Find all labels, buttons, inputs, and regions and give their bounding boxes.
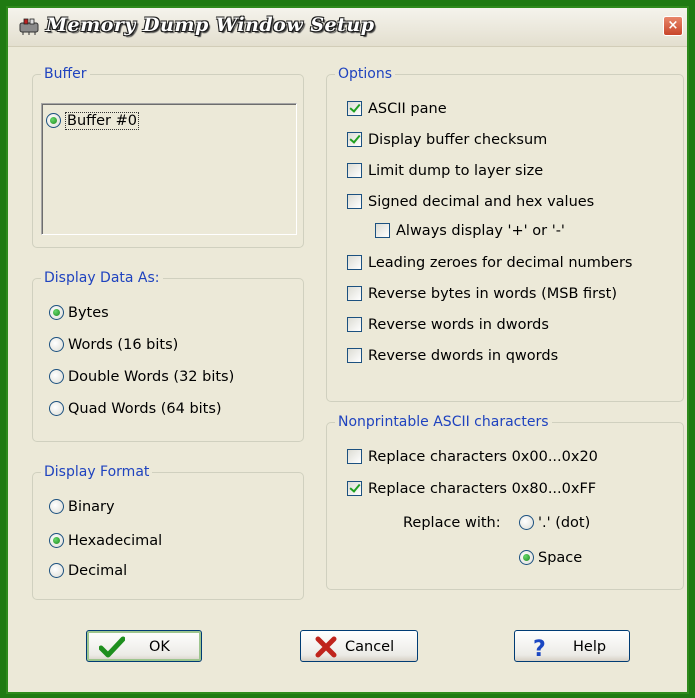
reverse-words-label: Reverse words in dwords <box>368 317 549 333</box>
buffer-group: Buffer Buffer #0 <box>32 65 304 248</box>
signed-values-checkbox[interactable] <box>347 193 362 209</box>
window-title: Memory Dump Window Setup <box>46 14 375 36</box>
reverse-dwords-label: Reverse dwords in qwords <box>368 348 559 364</box>
option-replace-space[interactable]: Space <box>519 548 582 568</box>
option-limit-dump[interactable]: Limit dump to layer size <box>347 161 543 181</box>
replace-high-checkbox[interactable] <box>347 480 362 496</box>
ascii-pane-checkbox[interactable] <box>347 100 362 116</box>
double-words-label: Double Words (32 bits) <box>68 369 235 385</box>
display-data-as-group: Display Data As: Bytes Words (16 bits) D… <box>32 269 304 442</box>
option-words[interactable]: Words (16 bits) <box>49 335 178 355</box>
option-binary[interactable]: Binary <box>49 497 115 517</box>
option-reverse-dwords[interactable]: Reverse dwords in qwords <box>347 346 558 366</box>
close-button[interactable]: × <box>663 16 683 36</box>
limit-dump-label: Limit dump to layer size <box>368 163 544 179</box>
options-group: Options ASCII pane Display buffer checks… <box>326 65 684 402</box>
option-reverse-bytes[interactable]: Reverse bytes in words (MSB first) <box>347 284 617 304</box>
replace-with-label: Replace with: <box>403 515 501 531</box>
close-icon: × <box>667 18 679 33</box>
option-replace-dot[interactable]: '.' (dot) <box>519 513 590 533</box>
buffer-item[interactable]: Buffer #0 <box>46 111 139 131</box>
quad-words-label: Quad Words (64 bits) <box>68 401 222 417</box>
display-format-title: Display Format <box>41 463 153 481</box>
option-reverse-words[interactable]: Reverse words in dwords <box>347 315 549 335</box>
option-always-display-sign[interactable]: Always display '+' or '-' <box>375 221 565 241</box>
hexadecimal-radio[interactable] <box>49 532 64 548</box>
double-words-radio[interactable] <box>49 368 64 384</box>
display-data-as-title: Display Data As: <box>41 269 163 287</box>
replace-low-label: Replace characters 0x00...0x20 <box>368 449 598 465</box>
words-radio[interactable] <box>49 336 64 352</box>
option-hexadecimal[interactable]: Hexadecimal <box>49 531 162 551</box>
buffer-item-label: Buffer #0 <box>65 112 139 130</box>
buffer-item-radio[interactable] <box>46 112 61 128</box>
replace-low-checkbox[interactable] <box>347 448 362 464</box>
decimal-label: Decimal <box>68 563 128 579</box>
bytes-radio[interactable] <box>49 304 64 320</box>
always-display-sign-label: Always display '+' or '-' <box>396 223 565 239</box>
signed-values-label: Signed decimal and hex values <box>368 194 595 210</box>
always-display-sign-checkbox[interactable] <box>375 222 390 238</box>
nonprintable-group: Nonprintable ASCII characters Replace ch… <box>326 413 684 590</box>
option-quad-words[interactable]: Quad Words (64 bits) <box>49 399 222 419</box>
reverse-words-checkbox[interactable] <box>347 316 362 332</box>
ok-label: OK <box>149 639 170 655</box>
buffer-checksum-checkbox[interactable] <box>347 131 362 147</box>
bytes-label: Bytes <box>68 305 109 321</box>
options-title: Options <box>335 65 396 83</box>
title-bar[interactable]: Memory Dump Window Setup × <box>8 8 687 47</box>
question-mark-icon: ? <box>533 637 546 658</box>
help-label: Help <box>573 639 607 655</box>
ok-button[interactable]: OK <box>86 630 202 662</box>
red-x-icon <box>315 636 337 658</box>
binary-radio[interactable] <box>49 498 64 514</box>
nonprintable-title: Nonprintable ASCII characters <box>335 413 552 431</box>
cancel-button[interactable]: Cancel <box>300 630 418 662</box>
option-buffer-checksum[interactable]: Display buffer checksum <box>347 130 547 150</box>
dialog-window: Memory Dump Window Setup × Buffer Buffer… <box>6 6 689 694</box>
binary-label: Binary <box>68 499 115 515</box>
cancel-label: Cancel <box>345 639 395 655</box>
option-decimal[interactable]: Decimal <box>49 561 127 581</box>
option-bytes[interactable]: Bytes <box>49 303 109 323</box>
hexadecimal-label: Hexadecimal <box>68 533 163 549</box>
decimal-radio[interactable] <box>49 562 64 578</box>
limit-dump-checkbox[interactable] <box>347 162 362 178</box>
checkmark-icon <box>99 636 125 658</box>
option-ascii-pane[interactable]: ASCII pane <box>347 99 447 119</box>
words-label: Words (16 bits) <box>68 337 179 353</box>
replace-high-label: Replace characters 0x80...0xFF <box>368 481 597 497</box>
option-replace-high[interactable]: Replace characters 0x80...0xFF <box>347 479 596 499</box>
reverse-bytes-checkbox[interactable] <box>347 285 362 301</box>
replace-dot-radio[interactable] <box>519 514 534 530</box>
option-double-words[interactable]: Double Words (32 bits) <box>49 367 234 387</box>
replace-space-radio[interactable] <box>519 549 534 565</box>
ascii-pane-label: ASCII pane <box>368 101 447 117</box>
reverse-bytes-label: Reverse bytes in words (MSB first) <box>368 286 617 302</box>
leading-zeroes-label: Leading zeroes for decimal numbers <box>368 255 633 271</box>
replace-dot-label: '.' (dot) <box>538 515 591 531</box>
option-replace-low[interactable]: Replace characters 0x00...0x20 <box>347 447 598 467</box>
leading-zeroes-checkbox[interactable] <box>347 254 362 270</box>
reverse-dwords-checkbox[interactable] <box>347 347 362 363</box>
memory-chip-icon <box>19 18 39 35</box>
buffer-group-title: Buffer <box>41 65 90 83</box>
help-button[interactable]: ? Help <box>514 630 630 662</box>
option-leading-zeroes[interactable]: Leading zeroes for decimal numbers <box>347 253 632 273</box>
svg-text:?: ? <box>533 637 546 658</box>
buffer-checksum-label: Display buffer checksum <box>368 132 548 148</box>
replace-space-label: Space <box>538 550 583 566</box>
option-signed-values[interactable]: Signed decimal and hex values <box>347 192 594 212</box>
display-format-group: Display Format Binary Hexadecimal Decima… <box>32 463 304 600</box>
quad-words-radio[interactable] <box>49 400 64 416</box>
buffer-list[interactable]: Buffer #0 <box>41 103 297 235</box>
